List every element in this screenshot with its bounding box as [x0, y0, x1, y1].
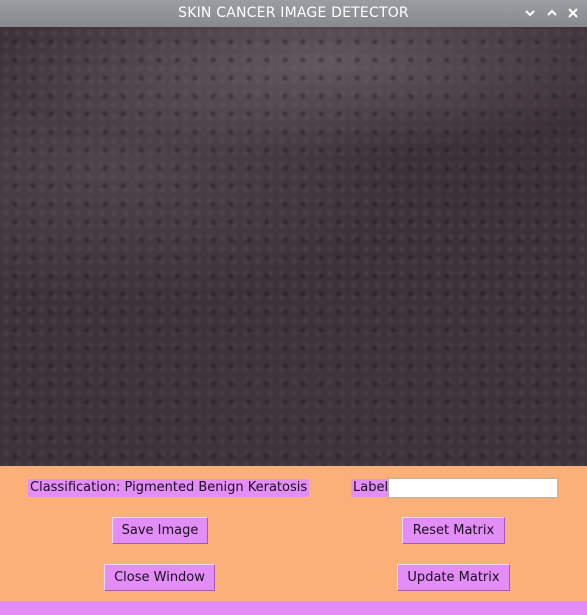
close-icon[interactable]	[566, 6, 580, 20]
footer-strip	[0, 601, 587, 615]
label-field-caption: Label	[351, 479, 391, 497]
close-window-button[interactable]: Close Window	[104, 564, 215, 591]
reset-matrix-button[interactable]: Reset Matrix	[402, 517, 505, 544]
save-image-button[interactable]: Save Image	[112, 517, 208, 544]
classification-label: Classification: Pigmented Benign Keratos…	[28, 479, 310, 497]
window-title: SKIN CANCER IMAGE DETECTOR	[178, 5, 409, 21]
minimize-icon[interactable]	[523, 6, 537, 20]
update-matrix-button[interactable]: Update Matrix	[397, 564, 510, 591]
label-input[interactable]	[388, 478, 558, 498]
maximize-icon[interactable]	[545, 6, 559, 20]
title-bar: SKIN CANCER IMAGE DETECTOR	[0, 0, 587, 28]
camera-preview-image	[0, 27, 587, 466]
